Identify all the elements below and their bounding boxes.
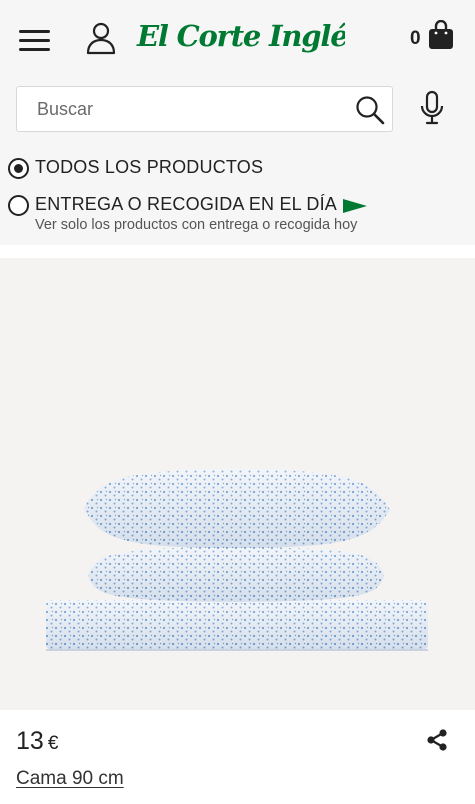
filter-all-products-label: TODOS LOS PRODUCTOS	[35, 157, 264, 177]
share-icon[interactable]	[426, 728, 448, 752]
cart-count: 0	[410, 28, 421, 49]
spacer	[0, 245, 475, 258]
price-value: 13	[16, 727, 44, 755]
filter-same-day-sublabel: Ver solo los productos con entrega o rec…	[35, 217, 358, 233]
search-input[interactable]	[37, 96, 337, 122]
microphone-icon[interactable]	[419, 90, 445, 126]
brand-logo[interactable]: El Corte Inglés	[135, 12, 365, 60]
search-bar	[16, 86, 393, 132]
svg-text:El Corte Inglés: El Corte Inglés	[136, 19, 345, 53]
user-icon[interactable]	[85, 20, 117, 56]
hamburger-menu-icon[interactable]	[18, 27, 52, 55]
product-image[interactable]	[0, 258, 475, 710]
filter-same-day-label: ENTREGA O RECOGIDA EN EL DÍA	[35, 194, 338, 214]
product-name-link[interactable]: Cama 90 cm	[16, 768, 124, 790]
filter-same-day[interactable]: ENTREGA O RECOGIDA EN EL DÍA	[8, 194, 348, 219]
filter-all-products[interactable]: TODOS LOS PRODUCTOS	[8, 157, 268, 182]
product-price: 13 €	[16, 727, 58, 756]
search-icon[interactable]	[355, 95, 385, 125]
shopping-bag-icon[interactable]	[428, 19, 454, 50]
app-header: El Corte Inglés 0 TODOS LOS PRODU	[0, 0, 475, 245]
radio-unselected[interactable]	[8, 195, 29, 216]
flag-icon	[343, 199, 367, 213]
price-currency: €	[47, 733, 59, 754]
radio-selected[interactable]	[8, 158, 29, 179]
